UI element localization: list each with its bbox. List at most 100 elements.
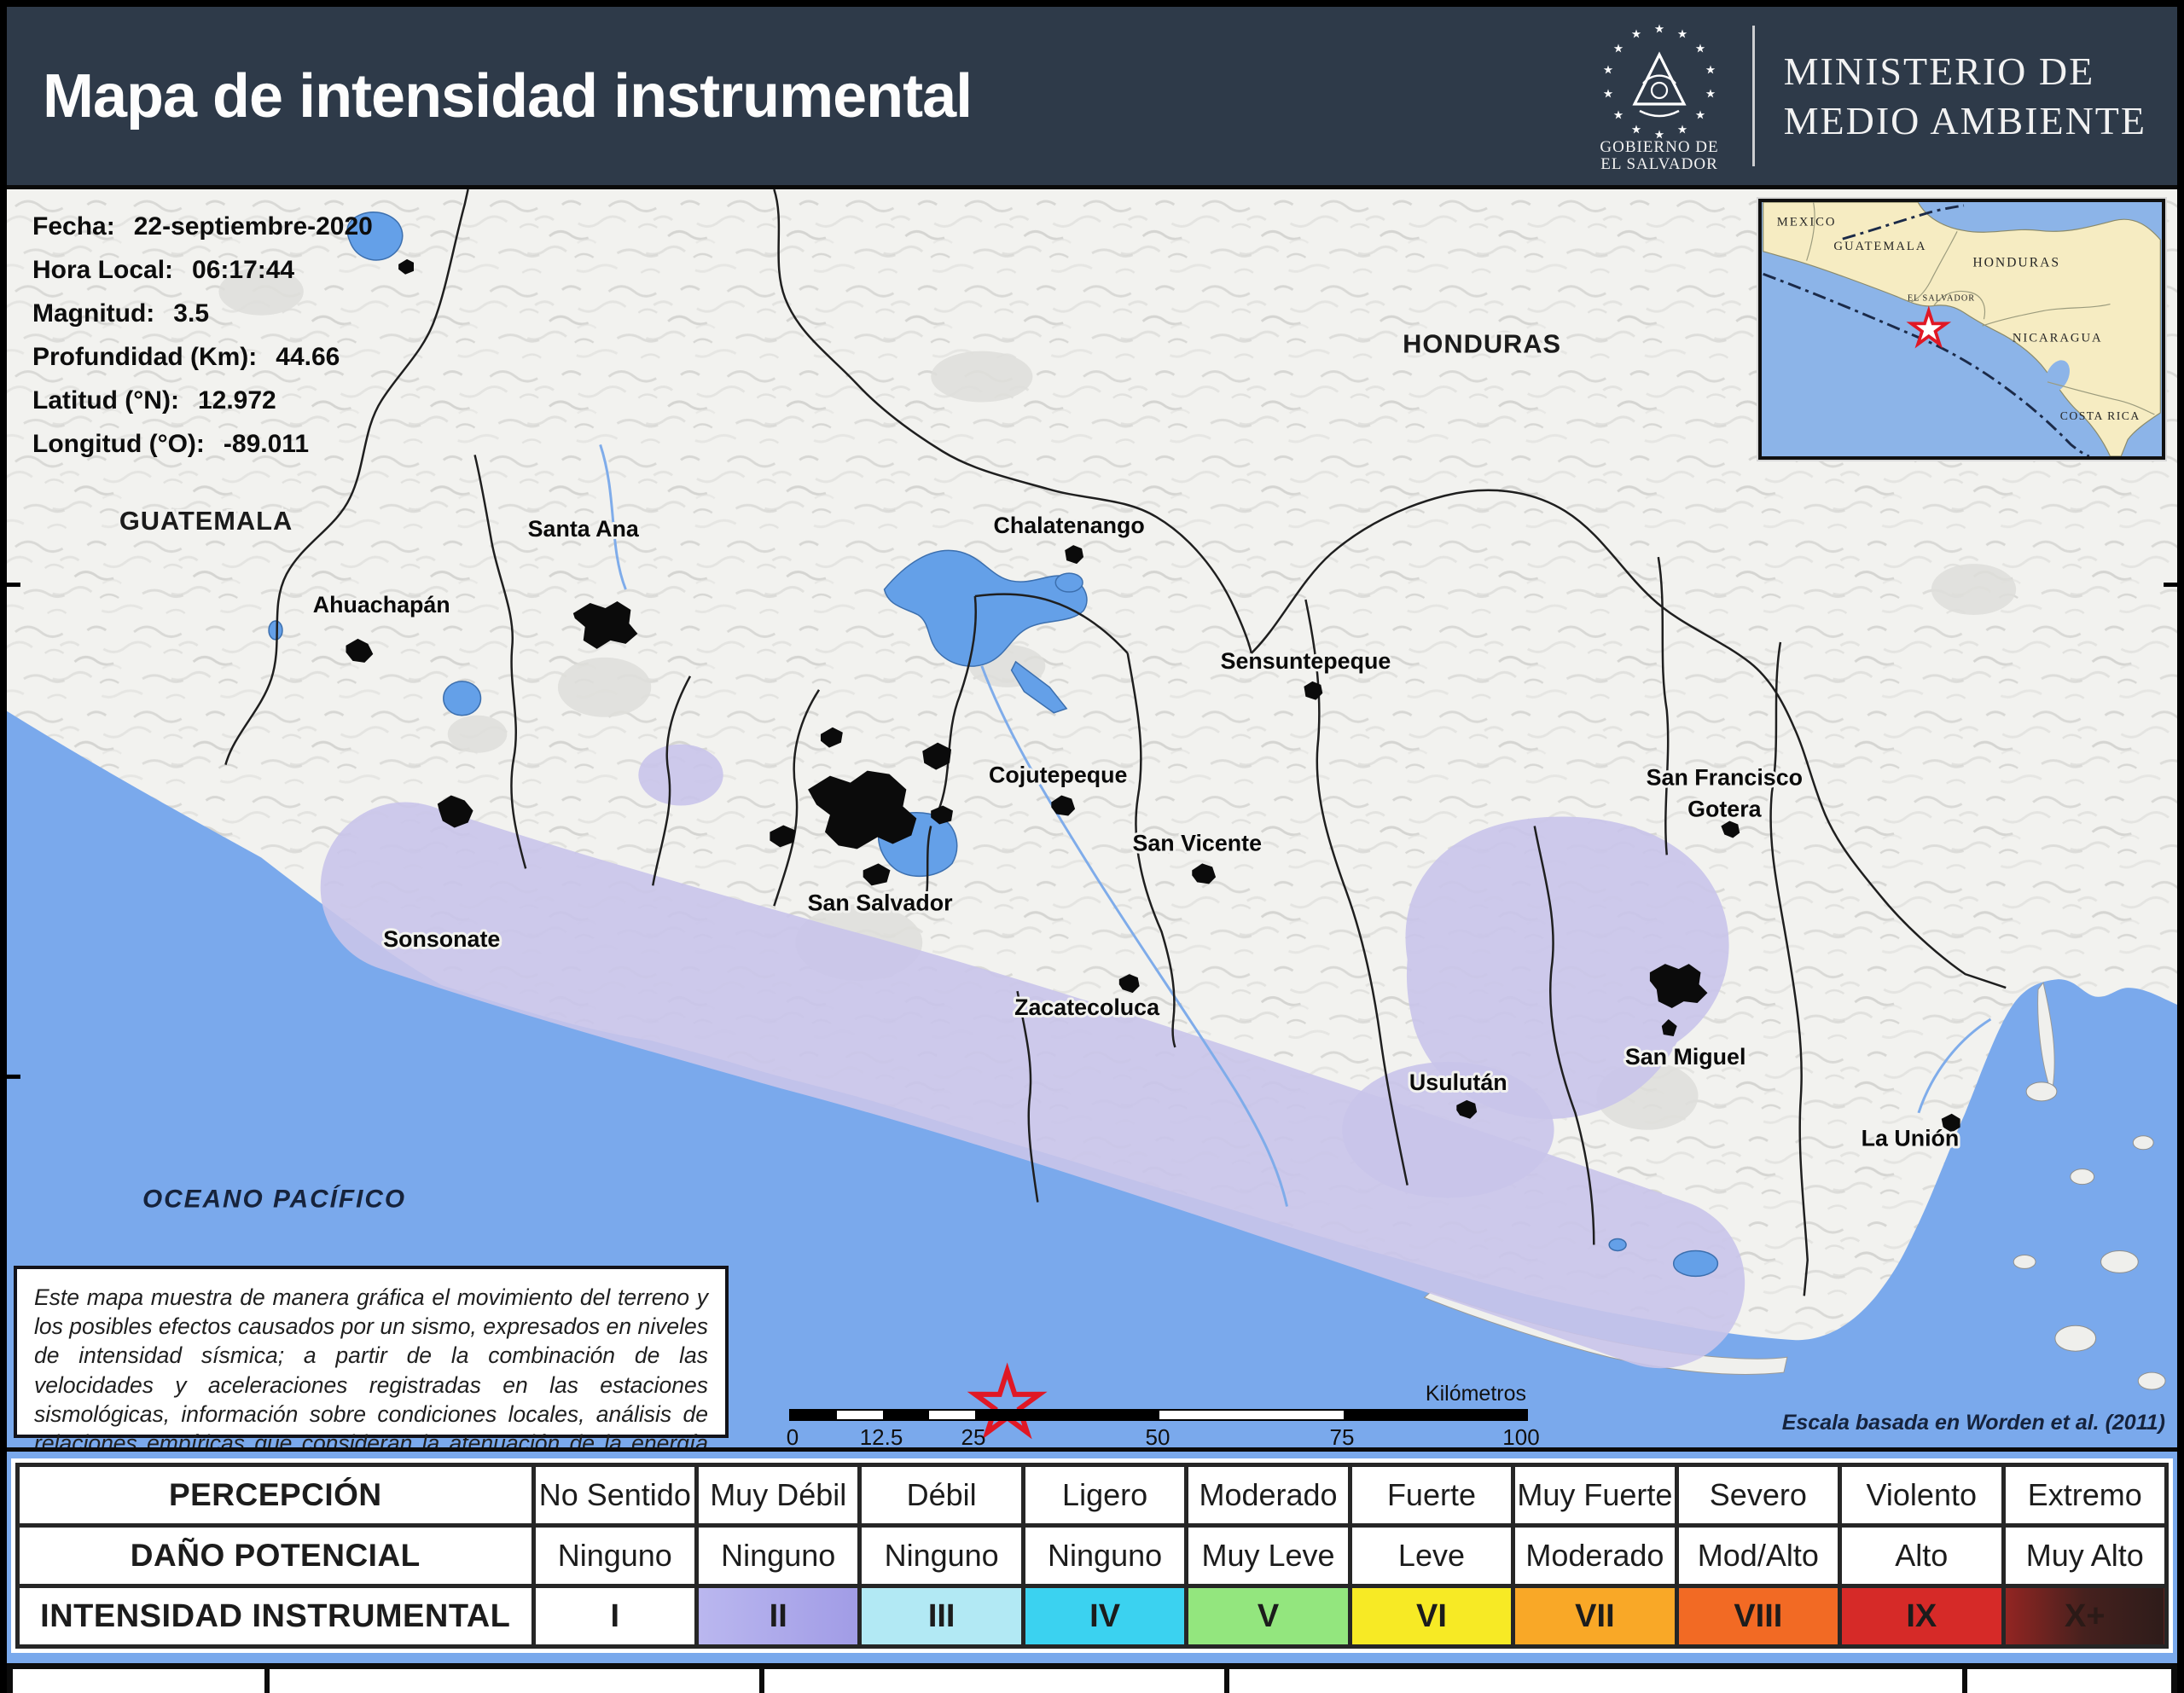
scale-tick: 50	[1146, 1424, 1170, 1451]
description-box: Este mapa muestra de manera gráfica el m…	[14, 1266, 729, 1438]
page-title: Mapa de intensidad instrumental	[7, 61, 972, 131]
cell: No Sentido	[533, 1465, 696, 1526]
scale-tick: 75	[1330, 1424, 1355, 1451]
brand-divider	[1752, 26, 1755, 166]
field-label: Hora Local:	[32, 256, 173, 285]
label-guatemala: GUATEMALA	[119, 506, 293, 536]
cell: Muy Débil	[697, 1465, 860, 1526]
label-san-miguel: San Miguel	[1625, 1044, 1746, 1070]
inset-label-mexico: MEXICO	[1777, 215, 1837, 229]
field-value: 44.66	[276, 343, 340, 372]
label-chalatenango: Chalatenango	[994, 513, 1145, 538]
inset-label-nicaragua: NICARAGUA	[2013, 332, 2103, 345]
field-value: 06:17:44	[192, 256, 294, 285]
field-label: Profundidad (Km):	[32, 343, 257, 372]
intensity-cell: VI	[1350, 1586, 1513, 1647]
scale-bar: Kilómetros 0 12.5 25 50 75 100	[789, 1382, 1528, 1441]
label-zacatecoluca: Zacatecoluca	[1014, 994, 1160, 1020]
cell: Muy Fuerte	[1513, 1465, 1676, 1526]
gov-line1: GOBIERNO DE	[1600, 138, 1718, 156]
cutoff-table-row	[7, 1663, 2177, 1693]
field-label: Fecha:	[32, 212, 115, 241]
label-san-salvador: San Salvador	[808, 890, 953, 915]
label-ahuachapan: Ahuachapán	[313, 592, 450, 617]
inset-location-map: MEXICO GUATEMALA HONDURAS EL SALVADOR NI…	[1758, 199, 2165, 460]
intensity-cell: IX	[1840, 1586, 2003, 1647]
cell: Ninguno	[1023, 1526, 1186, 1586]
field-label: Magnitud:	[32, 299, 154, 328]
intensity-cell: II	[697, 1586, 860, 1647]
header-bar: Mapa de intensidad instrumental	[7, 7, 2177, 189]
event-info-panel: Fecha: 22-septiembre-2020 Hora Local: 06:1…	[32, 205, 373, 466]
label-ocean: OCEANO PACÍFICO	[142, 1185, 406, 1214]
scale-tick: 100	[1502, 1424, 1539, 1451]
legend-zone: PERCEPCIÓN No Sentido Muy Débil Débil Li…	[7, 1452, 2177, 1693]
ministry-line2: MEDIO AMBIENTE	[1784, 96, 2146, 146]
main-map: GUATEMALA HONDURAS OCEANO PACÍFICO Santa…	[7, 189, 2177, 1452]
cell: Alto	[1840, 1526, 2003, 1586]
gov-line2: EL SALVADOR	[1600, 155, 1718, 171]
coat-of-arms-icon: GOBIERNO DE EL SALVADOR	[1595, 22, 1723, 171]
label-cojutepeque: Cojutepeque	[989, 762, 1127, 788]
intensity-cell: IV	[1023, 1586, 1186, 1647]
intensity-cell: III	[860, 1586, 1023, 1647]
scale-credit: Escala basada en Worden et al. (2011)	[1782, 1411, 2165, 1435]
label-honduras: HONDURAS	[1403, 329, 1561, 359]
inset-label-honduras: HONDURAS	[1972, 255, 2060, 270]
inset-label-costa-rica: COSTA RICA	[2060, 409, 2140, 422]
label-sensuntepeque: Sensuntepeque	[1221, 648, 1391, 674]
label-gotera-line2: Gotera	[1687, 796, 1762, 821]
cell: Ninguno	[533, 1526, 696, 1586]
row-header: INTENSIDAD INSTRUMENTAL	[18, 1586, 534, 1647]
cell: Extremo	[2003, 1465, 2167, 1526]
scale-unit-label: Kilómetros	[1426, 1382, 1526, 1406]
description-text: Este mapa muestra de manera gráfica el m…	[34, 1283, 708, 1452]
brand-block: GOBIERNO DE EL SALVADOR MINISTERIO DE ME…	[1595, 22, 2177, 171]
scale-tick: 25	[961, 1424, 986, 1451]
cell: Violento	[1840, 1465, 2003, 1526]
cell: Moderado	[1513, 1526, 1676, 1586]
table-row-percepcion: PERCEPCIÓN No Sentido Muy Débil Débil Li…	[18, 1465, 2167, 1526]
cell: Muy Alto	[2003, 1526, 2167, 1586]
intensity-cell: V	[1187, 1586, 1350, 1647]
cell: Ninguno	[860, 1526, 1023, 1586]
row-header: DAÑO POTENCIAL	[18, 1526, 534, 1586]
scale-tick: 0	[787, 1424, 799, 1451]
intensity-cell: VIII	[1676, 1586, 1839, 1647]
ministry-line1: MINISTERIO DE	[1784, 47, 2146, 96]
field-value: 12.972	[198, 386, 276, 415]
government-logo: GOBIERNO DE EL SALVADOR	[1595, 22, 1723, 171]
cell: Ninguno	[697, 1526, 860, 1586]
cell: Moderado	[1187, 1465, 1350, 1526]
inset-label-el-salvador: EL SALVADOR	[1908, 294, 1975, 304]
intensity-cell: X+	[2003, 1586, 2167, 1647]
cell: Severo	[1676, 1465, 1839, 1526]
cell: Débil	[860, 1465, 1023, 1526]
label-gotera-line1: San Francisco	[1647, 765, 1803, 791]
cell: Muy Leve	[1187, 1526, 1350, 1586]
field-value: -89.011	[224, 430, 309, 459]
field-value: 22-septiembre-2020	[134, 212, 373, 241]
label-la-union: La Unión	[1862, 1126, 1960, 1151]
intensity-cell: VII	[1513, 1586, 1676, 1647]
label-usulutan: Usulután	[1409, 1070, 1507, 1095]
cell: Ligero	[1023, 1465, 1186, 1526]
scale-tick: 12.5	[860, 1424, 903, 1451]
field-label: Latitud (°N):	[32, 386, 179, 415]
label-sonsonate: Sonsonate	[383, 926, 500, 952]
table-row-dano: DAÑO POTENCIAL Ninguno Ninguno Ninguno N…	[18, 1526, 2167, 1586]
cell: Leve	[1350, 1526, 1513, 1586]
intensity-table: PERCEPCIÓN No Sentido Muy Débil Débil Li…	[15, 1463, 2169, 1649]
cell: Fuerte	[1350, 1465, 1513, 1526]
ministry-name: MINISTERIO DE MEDIO AMBIENTE	[1784, 47, 2146, 145]
label-santa-ana: Santa Ana	[528, 516, 640, 542]
inset-label-guatemala: GUATEMALA	[1833, 240, 1926, 253]
row-header: PERCEPCIÓN	[18, 1465, 534, 1526]
field-label: Longitud (°O):	[32, 430, 205, 459]
map-report-page: Mapa de intensidad instrumental	[0, 0, 2184, 1693]
table-row-intensidad: INTENSIDAD INSTRUMENTAL I II III IV V VI…	[18, 1586, 2167, 1647]
intensity-cell: I	[533, 1586, 696, 1647]
field-value: 3.5	[173, 299, 209, 328]
scale-bar-graphic	[789, 1409, 1528, 1421]
cell: Mod/Alto	[1676, 1526, 1839, 1586]
